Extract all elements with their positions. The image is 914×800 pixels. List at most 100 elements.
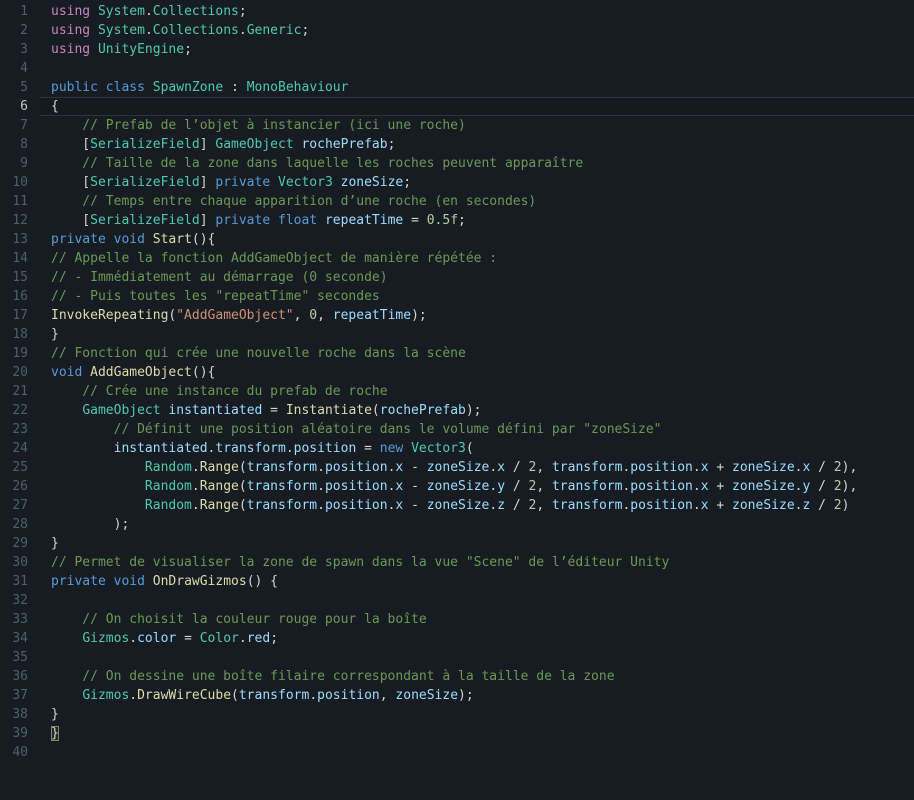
line-number[interactable]: 3 [0,40,40,59]
code-line[interactable]: 19// Fonction qui crée une nouvelle roch… [0,344,914,363]
code-line[interactable]: 38} [0,705,914,724]
code-token: + [709,479,732,494]
code-line[interactable]: 16// - Puis toutes les "repeatTime" seco… [0,287,914,306]
code-token: . [239,631,247,646]
code-text: private void OnDrawGizmos() { [40,572,914,591]
code-token: MonoBehaviour [247,80,349,95]
code-line[interactable]: 26 Random.Range(transform.position.x - z… [0,477,914,496]
code-token [333,175,341,190]
line-number[interactable]: 40 [0,743,40,762]
code-line[interactable]: 24 instantiated.transform.position = new… [0,439,914,458]
code-line[interactable]: 28 ); [0,515,914,534]
code-line[interactable]: 34 Gizmos.color = Color.red; [0,629,914,648]
code-line[interactable]: 15// - Immédiatement au démarrage (0 sec… [0,268,914,287]
code-line[interactable]: 14// Appelle la fonction AddGameObject d… [0,249,914,268]
code-token [98,80,106,95]
code-token: GameObject [215,137,293,152]
line-number[interactable]: 21 [0,382,40,401]
code-line[interactable]: 4 [0,59,914,78]
code-line[interactable]: 32 [0,591,914,610]
code-line[interactable]: 7 // Prefab de l’objet à instancier (ici… [0,116,914,135]
code-token: // On dessine une boîte filaire correspo… [51,669,615,684]
line-number[interactable]: 20 [0,363,40,382]
code-text: // Taille de la zone dans laquelle les r… [40,154,914,173]
line-number[interactable]: 11 [0,192,40,211]
line-number[interactable]: 39 [0,724,40,743]
code-token: Collections [153,23,239,38]
line-number[interactable]: 15 [0,268,40,287]
code-line[interactable]: 8 [SerializeField] GameObject rochePrefa… [0,135,914,154]
line-number[interactable]: 26 [0,477,40,496]
code-line[interactable]: 35 [0,648,914,667]
code-line[interactable]: 21 // Crée une instance du prefab de roc… [0,382,914,401]
line-number[interactable]: 12 [0,211,40,230]
code-line[interactable]: 5public class SpawnZone : MonoBehaviour [0,78,914,97]
code-token: private [51,232,106,247]
code-line[interactable]: 9 // Taille de la zone dans laquelle les… [0,154,914,173]
code-editor[interactable]: 1using System.Collections;2using System.… [0,0,914,800]
code-token: Vector3 [411,441,466,456]
line-number[interactable]: 33 [0,610,40,629]
line-number[interactable]: 32 [0,591,40,610]
code-token: . [145,4,153,19]
code-line[interactable]: 25 Random.Range(transform.position.x - z… [0,458,914,477]
line-number[interactable]: 31 [0,572,40,591]
line-number[interactable]: 35 [0,648,40,667]
line-number[interactable]: 7 [0,116,40,135]
line-number[interactable]: 37 [0,686,40,705]
code-line[interactable]: 23 // Définit une position aléatoire dan… [0,420,914,439]
code-line[interactable]: 13private void Start(){ [0,230,914,249]
code-line[interactable]: 29} [0,534,914,553]
code-line[interactable]: 11 // Temps entre chaque apparition d’un… [0,192,914,211]
line-number[interactable]: 23 [0,420,40,439]
line-number[interactable]: 2 [0,21,40,40]
line-number[interactable]: 18 [0,325,40,344]
code-line[interactable]: 36 // On dessine une boîte filaire corre… [0,667,914,686]
line-number[interactable]: 5 [0,78,40,97]
line-number[interactable]: 19 [0,344,40,363]
code-line[interactable]: 39} [0,724,914,743]
code-line[interactable]: 17InvokeRepeating("AddGameObject", 0, re… [0,306,914,325]
code-line[interactable]: 10 [SerializeField] private Vector3 zone… [0,173,914,192]
code-line[interactable]: 22 GameObject instantiated = Instantiate… [0,401,914,420]
code-token: position [325,479,388,494]
line-number[interactable]: 29 [0,534,40,553]
code-line[interactable]: 2using System.Collections.Generic; [0,21,914,40]
line-number[interactable]: 1 [0,2,40,21]
line-number[interactable]: 10 [0,173,40,192]
code-line[interactable]: 31private void OnDrawGizmos() { [0,572,914,591]
line-number[interactable]: 8 [0,135,40,154]
code-line[interactable]: 12 [SerializeField] private float repeat… [0,211,914,230]
code-line[interactable]: 33 // On choisit la couleur rouge pour l… [0,610,914,629]
line-number[interactable]: 38 [0,705,40,724]
code-token [106,232,114,247]
code-line[interactable]: 18} [0,325,914,344]
line-number[interactable]: 36 [0,667,40,686]
code-line[interactable]: 20void AddGameObject(){ [0,363,914,382]
code-token: . [145,23,153,38]
line-number[interactable]: 9 [0,154,40,173]
code-token: ), [842,460,858,475]
line-number[interactable]: 4 [0,59,40,78]
line-number[interactable]: 30 [0,553,40,572]
line-number[interactable]: 13 [0,230,40,249]
code-line[interactable]: 6{ [0,97,914,116]
code-text: GameObject instantiated = Instantiate(ro… [40,401,914,420]
code-line[interactable]: 37 Gizmos.DrawWireCube(transform.positio… [0,686,914,705]
code-line[interactable]: 1using System.Collections; [0,2,914,21]
line-number[interactable]: 22 [0,401,40,420]
code-token: transform [247,498,317,513]
line-number[interactable]: 25 [0,458,40,477]
line-number[interactable]: 17 [0,306,40,325]
line-number[interactable]: 34 [0,629,40,648]
code-line[interactable]: 30// Permet de visualiser la zone de spa… [0,553,914,572]
line-number[interactable]: 27 [0,496,40,515]
line-number[interactable]: 14 [0,249,40,268]
line-number[interactable]: 16 [0,287,40,306]
code-line[interactable]: 40 [0,743,914,762]
line-number[interactable]: 6 [0,97,40,116]
line-number[interactable]: 28 [0,515,40,534]
line-number[interactable]: 24 [0,439,40,458]
code-line[interactable]: 3using UnityEngine; [0,40,914,59]
code-line[interactable]: 27 Random.Range(transform.position.x - z… [0,496,914,515]
